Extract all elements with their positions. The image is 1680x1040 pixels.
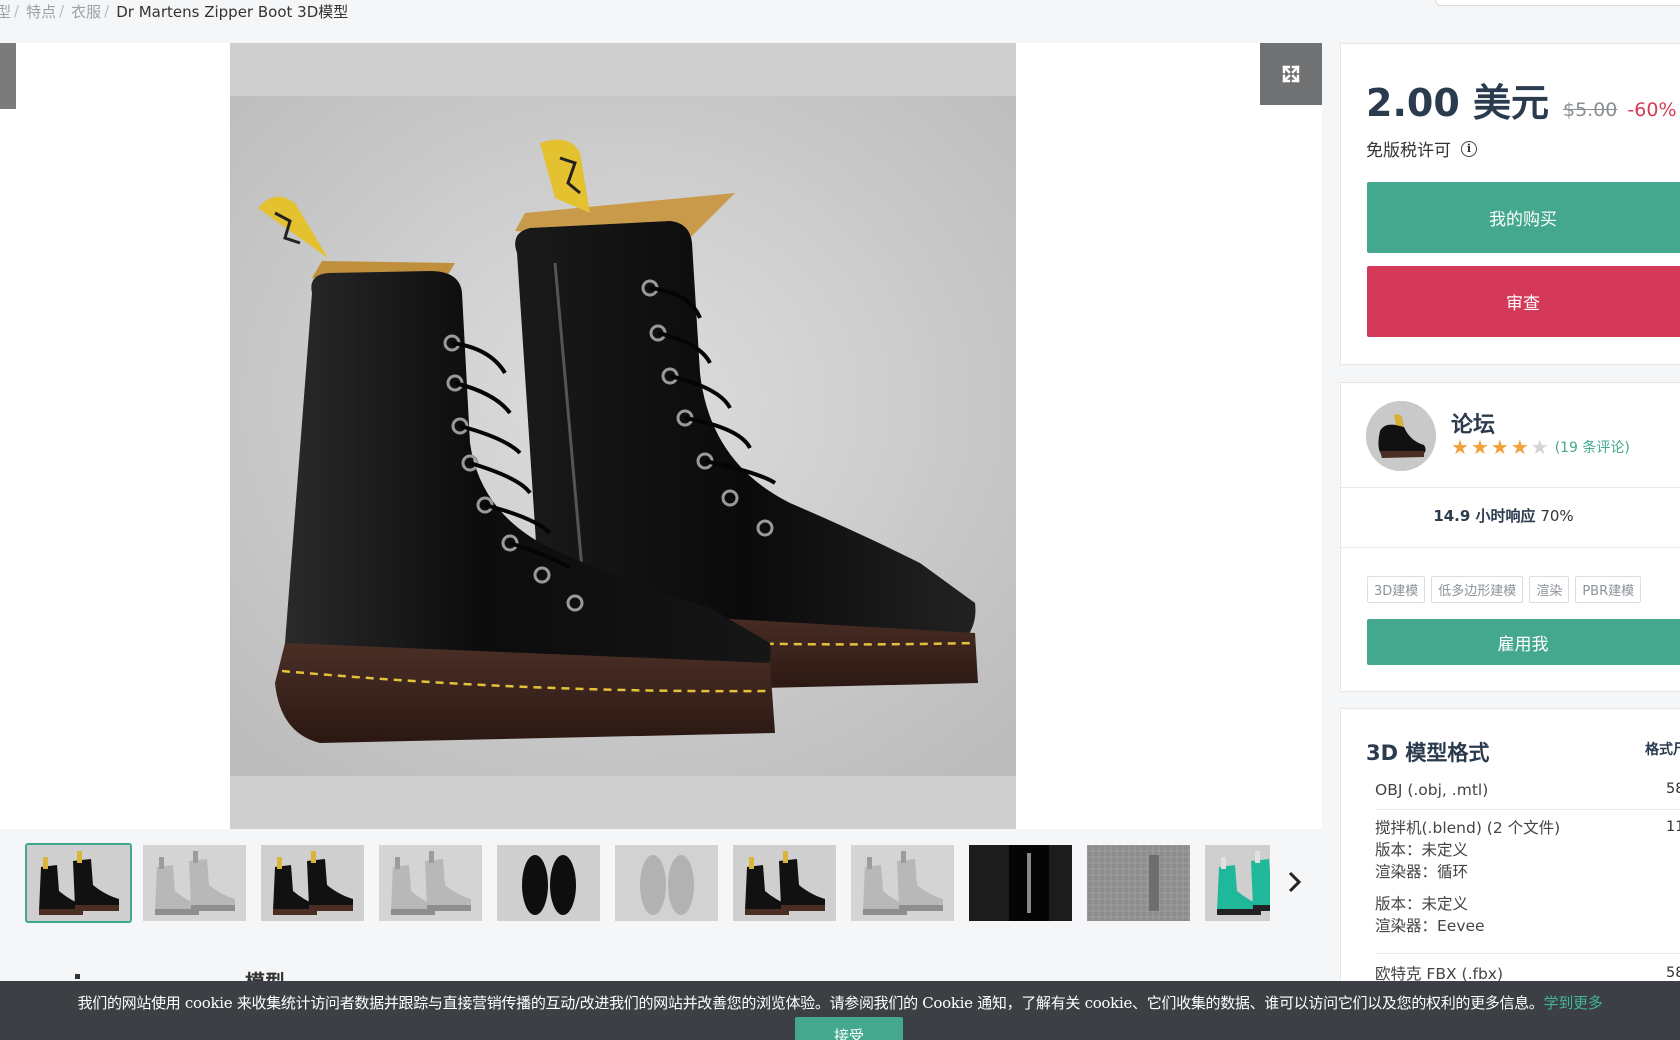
formats-title: 3D 模型格式 [1366,741,1490,765]
avatar[interactable] [1366,401,1436,471]
buy-button[interactable]: 我的购买 [1367,182,1680,253]
viewer-side-tab[interactable] [0,43,16,109]
thumbnail-image [143,845,246,921]
thumbnail[interactable] [1205,845,1270,921]
discount-badge: -60% [1627,99,1677,121]
learn-more-link[interactable]: 学到更多 [1544,994,1603,1012]
format-name: 搅拌机(.blend) (2 个文件) [1375,819,1561,837]
divider [1341,547,1680,548]
thumbnail-image [851,845,954,921]
price-row: 2.00 美元 $5.00 -60% [1366,72,1677,127]
format-detail: 渲染器：循环 [1375,863,1469,881]
thumbnail[interactable] [1087,845,1190,921]
cookie-text: 我们的网站使用 cookie 来收集统计访问者数据并跟踪与直接营销传播的互动/改… [77,994,1544,1012]
divider [1375,809,1680,810]
thumbnail-image [27,845,130,921]
divider [1341,487,1680,488]
thumbnail[interactable] [497,845,600,921]
chevron-right-icon [1288,871,1302,893]
image-viewer [0,43,1322,829]
thumbnail-image [1087,845,1190,921]
format-size: 58 [1666,965,1680,981]
star-icon: ★ [1490,435,1509,459]
formats-card: 3D 模型格式 格式尺 OBJ (.obj, .mtl) 58 搅拌机(.ble… [1340,708,1680,998]
hire-button-label: 雇用我 [1497,634,1549,655]
divider [1375,953,1680,954]
thumbnail[interactable] [261,845,364,921]
response-time: 14.9 小时响应 [1433,507,1536,525]
skill-tag[interactable]: 渲染 [1529,576,1570,603]
thumbnail-image [261,845,364,921]
hire-button[interactable]: 雇用我 [1367,619,1680,665]
thumbnail[interactable] [851,845,954,921]
thumbnail[interactable] [25,843,132,923]
breadcrumb-item[interactable]: 特点 [26,1,56,22]
info-icon[interactable]: i [1461,140,1477,157]
accept-cookies-button[interactable]: 接受 [795,1017,903,1040]
buy-button-label: 我的购买 [1489,210,1557,230]
breadcrumb: 型 / 特点 / 衣服 / Dr Martens Zipper Boot 3D模型 [0,0,348,22]
thumbnail[interactable] [969,845,1072,921]
star-icon: ★ [1470,435,1489,459]
skill-tag[interactable]: PBR建模 [1575,576,1642,603]
format-size: 58 [1666,781,1680,797]
cookie-banner: 我们的网站使用 cookie 来收集统计访问者数据并跟踪与直接营销传播的互动/改… [0,981,1680,1040]
thumbnail-image [733,845,836,921]
thumbnail-image [497,845,600,921]
star-icon: ★ [1510,435,1529,459]
breadcrumb-separator: / [104,2,110,20]
format-name: OBJ (.obj, .mtl) [1375,781,1489,799]
thumbnail-image [969,845,1072,921]
review-count-link[interactable]: (19 条评论) [1555,437,1630,457]
thumbnail-image [615,845,718,921]
seller-card: 论坛 ★ ★ ★ ★ ★ (19 条评论) 14.9 小时响应 70% 3D建模 低多边形建… [1340,382,1680,692]
main-product-image[interactable] [230,43,1016,829]
thumbnail-image [379,845,482,921]
breadcrumb-item[interactable]: 衣服 [71,1,101,22]
skill-tags: 3D建模 低多边形建模 渲染 PBR建模 [1367,576,1642,603]
current-price: 2.00 美元 [1366,81,1549,125]
skill-tag[interactable]: 低多边形建模 [1431,576,1524,603]
response-stats: 14.9 小时响应 70% [1341,505,1680,526]
tab-bullet [75,974,80,979]
star-icon: ★ [1451,435,1469,459]
breadcrumb-item[interactable]: 型 [0,1,11,22]
license-type: 免版税许可 i [1366,136,1477,161]
thumbnail[interactable] [379,845,482,921]
breadcrumb-separator: / [14,2,20,20]
fullscreen-button[interactable] [1260,43,1322,105]
cookie-message: 我们的网站使用 cookie 来收集统计访问者数据并跟踪与直接营销传播的互动/改… [0,992,1680,1013]
price-card: 2.00 美元 $5.00 -60% 免版税许可 i 我的购买 审查 [1340,43,1680,365]
thumbnail[interactable] [143,845,246,921]
format-size: 11 [1666,819,1680,835]
thumbnail[interactable] [733,845,836,921]
format-detail: 版本：未定义 [1375,895,1469,913]
thumbnail-image [1205,845,1270,921]
response-rate: 70% [1540,507,1574,525]
review-button[interactable]: 审查 [1367,266,1680,337]
thumbnail-strip [25,843,1270,923]
star-icon: ★ [1530,435,1549,459]
original-price: $5.00 [1563,99,1618,121]
rating-stars: ★ ★ ★ ★ ★ (19 条评论) [1451,437,1630,457]
next-image-button[interactable] [1258,453,1298,505]
license-label: 免版税许可 [1366,141,1451,161]
breadcrumb-current: Dr Martens Zipper Boot 3D模型 [116,2,349,21]
boot-avatar-image [1366,401,1436,471]
chevron-right-icon [1264,455,1291,503]
boots-render [230,43,1016,829]
thumbnails-next-button[interactable] [1280,862,1310,902]
formats-column-header: 格式尺 [1645,742,1680,758]
search-box-edge[interactable] [1435,0,1680,6]
format-detail: 版本：未定义 [1375,841,1469,859]
expand-icon [1282,65,1300,83]
thumbnail[interactable] [615,845,718,921]
breadcrumb-separator: / [59,2,65,20]
skill-tag[interactable]: 3D建模 [1367,576,1426,603]
format-detail: 渲染器：Eevee [1375,917,1485,935]
review-button-label: 审查 [1506,294,1540,314]
